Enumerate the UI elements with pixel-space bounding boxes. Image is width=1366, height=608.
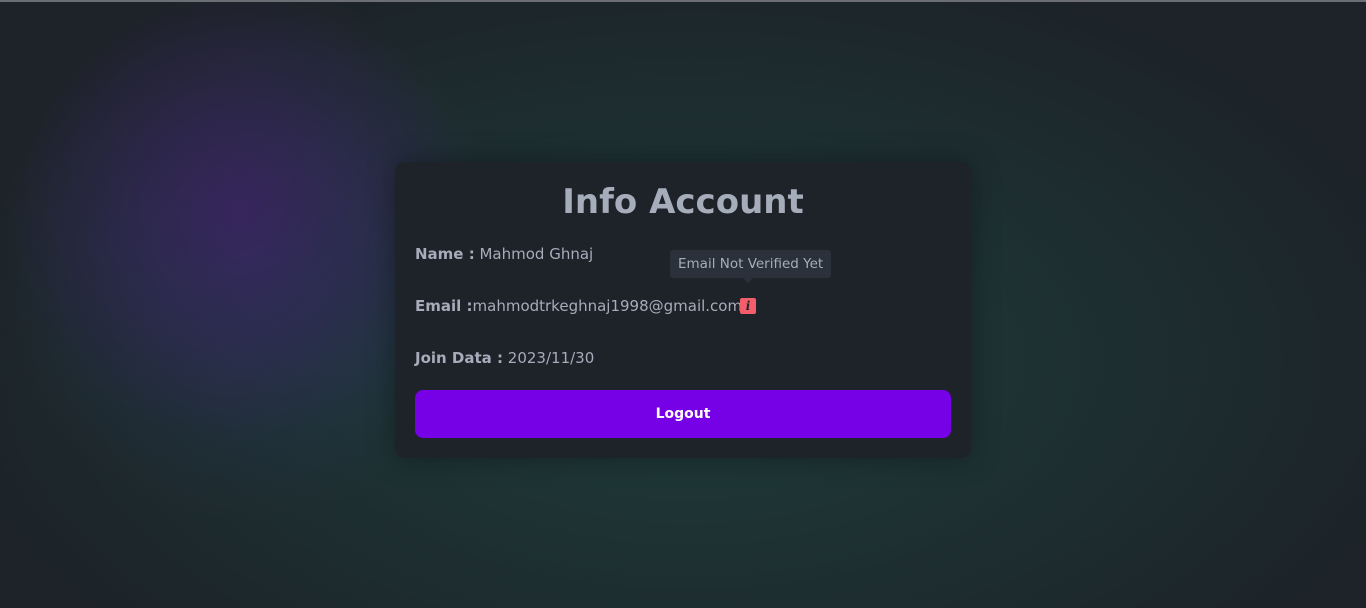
join-date-label: Join Data : — [415, 349, 504, 367]
name-value: Mahmod Ghnaj — [479, 245, 594, 263]
email-value: mahmodtrkeghnaj1998@gmail.com — [472, 297, 743, 315]
name-row: Name : Mahmod Ghnaj — [415, 244, 593, 264]
email-not-verified-tooltip: Email Not Verified Yet — [670, 250, 832, 278]
info-icon[interactable]: i — [740, 298, 756, 314]
email-row: Email :mahmodtrkeghnaj1998@gmail.com — [415, 296, 742, 316]
name-label: Name : — [415, 245, 475, 263]
page-title: Info Account — [562, 182, 804, 222]
email-label: Email : — [415, 297, 473, 315]
logout-button[interactable]: Logout — [415, 390, 951, 438]
top-border — [0, 0, 1366, 2]
account-info-card: Info Account Name : Mahmod Ghnaj Email N… — [395, 162, 971, 458]
tooltip-arrow — [743, 278, 753, 283]
join-date-row: Join Data : 2023/11/30 — [415, 348, 594, 368]
join-date-value: 2023/11/30 — [507, 349, 595, 367]
